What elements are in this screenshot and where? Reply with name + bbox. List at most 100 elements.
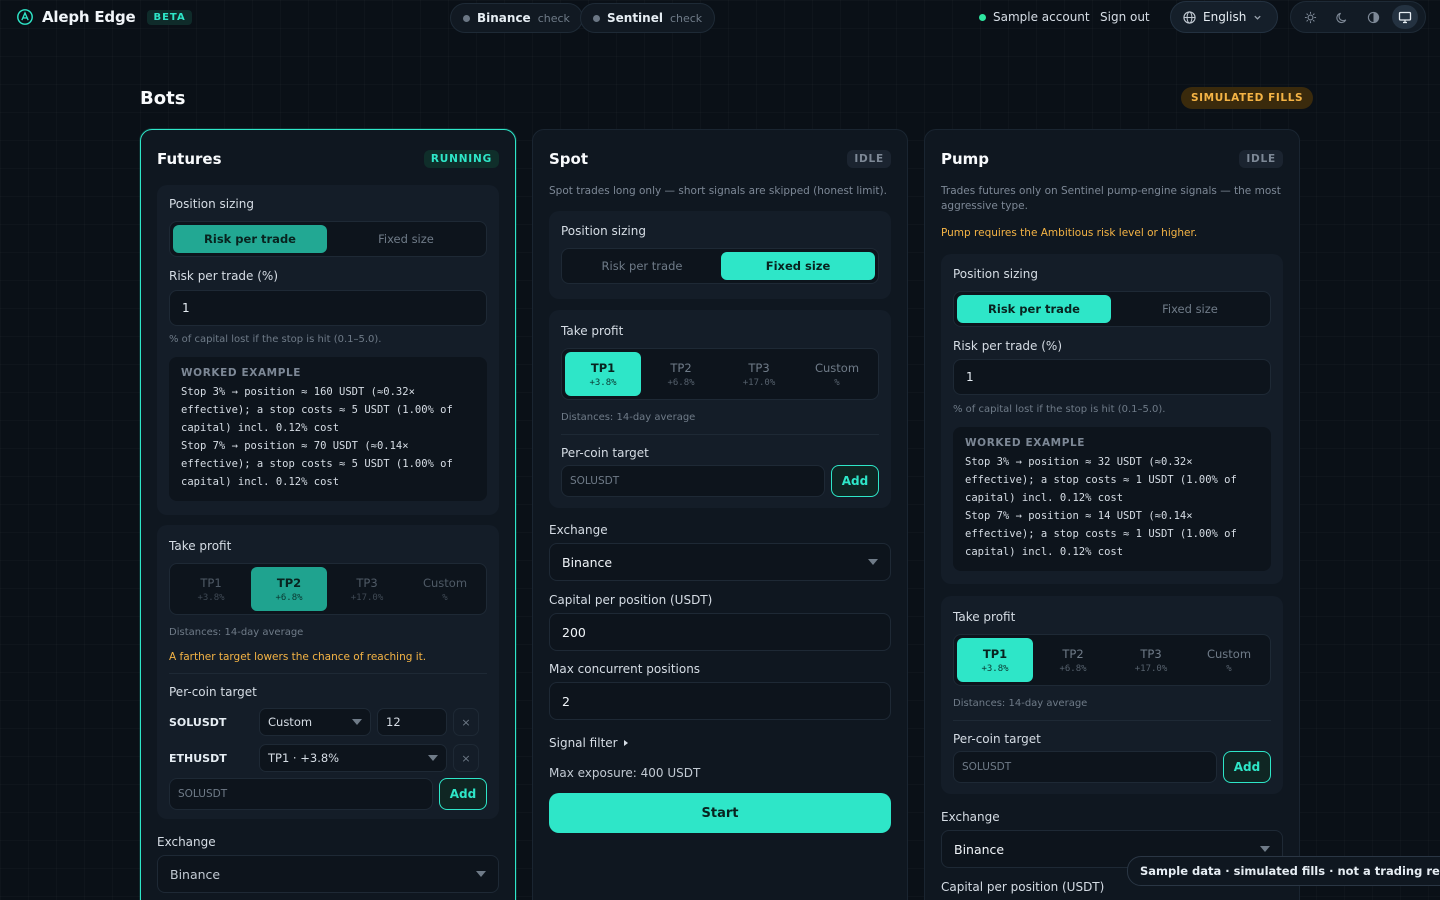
tp-selector: TP1 +3.8% TP2 +6.8% TP3 +17.0% Custom% xyxy=(561,348,879,400)
divider xyxy=(561,434,879,435)
status-sub: check xyxy=(669,11,703,25)
globe-icon xyxy=(1183,10,1196,24)
tp-value: +3.8% xyxy=(981,663,1009,674)
risk-per-trade-option[interactable]: Risk per trade xyxy=(565,252,719,280)
take-profit-section: Take profit TP1 +3.8% TP2 +6.8% TP3 +17.0% … xyxy=(941,596,1283,794)
add-coin-input[interactable]: SOLUSDT xyxy=(561,465,825,497)
tp-selector: TP1 +3.8% TP2 +6.8% TP3 +17.0% Custom% xyxy=(169,563,487,615)
close-icon[interactable]: × xyxy=(453,744,479,772)
section-label: Position sizing xyxy=(953,267,1038,281)
tp1-option[interactable]: TP1 +3.8% xyxy=(173,567,249,611)
card-description: Spot trades long only — short signals ar… xyxy=(549,185,887,197)
tp2-option[interactable]: TP2 +6.8% xyxy=(1035,638,1111,682)
binance-status-pill[interactable]: Binance check xyxy=(450,3,583,33)
tp-value: +3.8% xyxy=(589,377,617,388)
sentinel-status-pill[interactable]: Sentinel check xyxy=(580,3,716,33)
tp1-option[interactable]: TP1 +3.8% xyxy=(565,352,641,396)
exchange-select[interactable]: Binance xyxy=(549,543,891,581)
tp-selector: TP1 +3.8% TP2 +6.8% TP3 +17.0% Custom% xyxy=(953,634,1271,686)
signal-filter-toggle[interactable]: Signal filter xyxy=(549,736,628,750)
tp1-option[interactable]: TP1 +3.8% xyxy=(957,638,1033,682)
worked-example-title: WORKED EXAMPLE xyxy=(181,367,302,379)
sizing-toggle: Risk per trade Fixed size xyxy=(953,291,1271,327)
worked-example: WORKED EXAMPLE Stop 3% → position ≈ 32 U… xyxy=(953,427,1271,571)
add-coin-button[interactable]: Add xyxy=(831,465,879,497)
risk-per-trade-option[interactable]: Risk per trade xyxy=(957,295,1111,323)
fixed-size-option[interactable]: Fixed size xyxy=(329,225,483,253)
start-button[interactable]: Start xyxy=(549,793,891,833)
position-sizing-section: Position sizing Risk per trade Fixed siz… xyxy=(157,185,499,515)
caret-down-icon xyxy=(1260,846,1270,852)
theme-contrast-button[interactable] xyxy=(1361,5,1387,29)
futures-bot-card: Futures RUNNING Position sizing Risk per… xyxy=(140,129,516,900)
divider xyxy=(169,673,487,674)
coin-row: SOLUSDT Custom 12 × xyxy=(169,708,487,736)
coin-target-select[interactable]: TP1 · +3.8% xyxy=(259,744,447,772)
tp2-option[interactable]: TP2 +6.8% xyxy=(643,352,719,396)
theme-light-button[interactable] xyxy=(1298,5,1324,29)
tp-label: TP1 xyxy=(200,575,222,590)
tp-label: Custom xyxy=(814,360,860,375)
chevron-down-icon xyxy=(1254,15,1261,20)
risk-per-trade-option[interactable]: Risk per trade xyxy=(173,225,327,253)
risk-input[interactable]: 1 xyxy=(169,290,487,326)
fixed-size-option[interactable]: Fixed size xyxy=(1113,295,1267,323)
capital-value: 200 xyxy=(562,624,586,640)
caret-down-icon xyxy=(476,871,486,877)
take-profit-section: Take profit TP1 +3.8% TP2 +6.8% TP3 +17.0% … xyxy=(549,310,891,508)
add-coin-button[interactable]: Add xyxy=(1223,751,1271,783)
worked-example-line: Stop 7% → position ≈ 14 USDT (≈0.14× eff… xyxy=(965,510,1237,558)
tp2-option[interactable]: TP2 +6.8% xyxy=(251,567,327,611)
worked-example-line: Stop 3% → position ≈ 32 USDT (≈0.32× eff… xyxy=(965,456,1237,504)
tp-label: TP3 xyxy=(1140,646,1162,661)
max-positions-input[interactable]: 2 xyxy=(549,682,891,720)
coin-target-select[interactable]: Custom xyxy=(259,708,371,736)
theme-system-button[interactable] xyxy=(1392,5,1419,29)
tp-hint: Distances: 14-day average xyxy=(953,698,1088,709)
risk-level-warning: Pump requires the Ambitious risk level o… xyxy=(941,227,1198,239)
add-coin-input[interactable]: SOLUSDT xyxy=(169,778,433,810)
exchange-label: Exchange xyxy=(941,810,1000,824)
status-name: Sentinel xyxy=(607,11,663,25)
exchange-value: Binance xyxy=(170,866,221,882)
coin-custom-input[interactable]: 12 xyxy=(377,708,447,736)
risk-hint: % of capital lost if the stop is hit (0.… xyxy=(169,334,382,345)
exchange-select[interactable]: Binance xyxy=(157,855,499,893)
exchange-label: Exchange xyxy=(549,523,608,537)
language-select[interactable]: English xyxy=(1170,1,1278,33)
tp3-option[interactable]: TP3 +17.0% xyxy=(1113,638,1189,682)
fixed-size-option[interactable]: Fixed size xyxy=(721,252,875,280)
tp3-option[interactable]: TP3 +17.0% xyxy=(721,352,797,396)
monitor-icon xyxy=(1399,11,1412,23)
brand-name: Aleph Edge xyxy=(42,8,136,26)
tp-value: +6.8% xyxy=(1059,663,1087,674)
status-badge: IDLE xyxy=(847,150,891,168)
tp3-option[interactable]: TP3 +17.0% xyxy=(329,567,405,611)
max-positions-label: Max concurrent positions xyxy=(549,662,701,676)
section-label: Position sizing xyxy=(169,197,254,211)
add-coin-input[interactable]: SOLUSDT xyxy=(953,751,1217,783)
theme-dark-button[interactable] xyxy=(1329,5,1355,29)
sample-data-toast: Sample data · simulated fills · not a tr… xyxy=(1127,856,1440,886)
capital-input[interactable]: 200 xyxy=(549,613,891,651)
account-label: Sample account xyxy=(979,10,1090,24)
signal-filter-label: Signal filter xyxy=(549,736,618,750)
card-title: Pump xyxy=(941,150,990,168)
max-positions-value: 2 xyxy=(562,693,570,709)
coin-target-value: TP1 · +3.8% xyxy=(268,751,340,765)
caret-right-icon xyxy=(623,740,628,746)
close-icon[interactable]: × xyxy=(453,708,479,736)
tp-label: TP3 xyxy=(748,360,770,375)
custom-option[interactable]: Custom% xyxy=(407,567,483,611)
add-coin-button[interactable]: Add xyxy=(439,778,487,810)
tp-label: TP2 xyxy=(276,575,302,590)
custom-option[interactable]: Custom% xyxy=(799,352,875,396)
risk-input[interactable]: 1 xyxy=(953,359,1271,395)
custom-option[interactable]: Custom% xyxy=(1191,638,1267,682)
section-label: Take profit xyxy=(953,610,1016,624)
brand[interactable]: Aleph Edge BETA xyxy=(16,8,192,26)
sign-out-link[interactable]: Sign out xyxy=(1100,10,1150,24)
tp-hint: Distances: 14-day average xyxy=(169,627,304,638)
status-dot xyxy=(463,14,470,22)
tp-label: TP2 xyxy=(670,360,692,375)
